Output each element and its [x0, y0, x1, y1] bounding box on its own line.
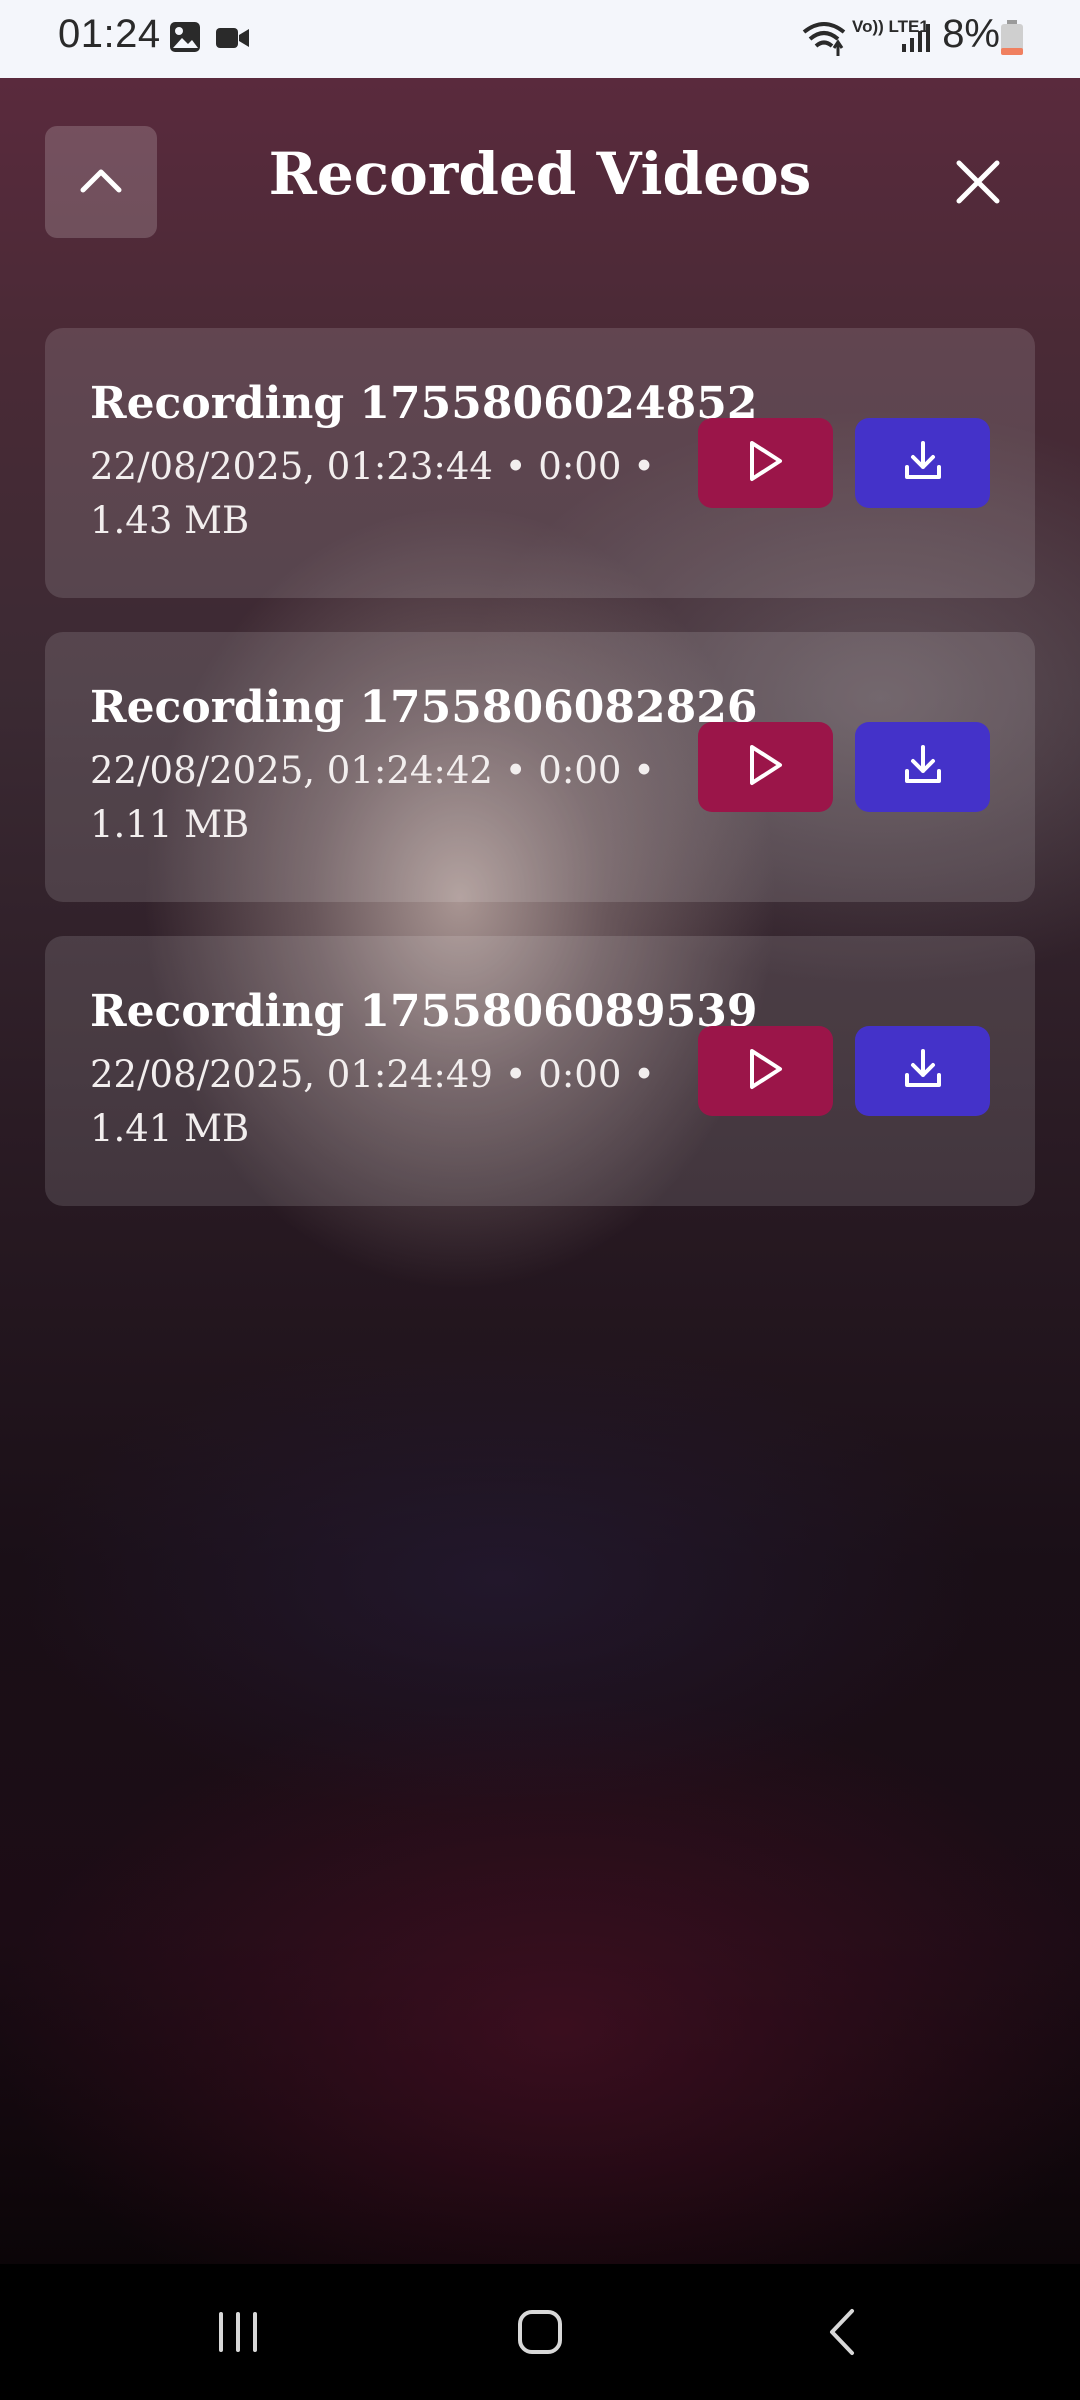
- play-button[interactable]: [698, 418, 833, 508]
- status-time: 01:24: [58, 12, 161, 56]
- download-icon: [901, 439, 945, 488]
- play-button[interactable]: [698, 1026, 833, 1116]
- recording-title: Recording 1755806089539: [90, 986, 758, 1037]
- play-icon: [746, 743, 786, 792]
- status-bar: 01:24 Vo)) LTE1 8%: [0, 0, 1080, 78]
- recording-title: Recording 1755806082826: [90, 682, 758, 733]
- screen: 01:24 Vo)) LTE1 8% Recorded Videos Recor…: [0, 0, 1080, 2400]
- close-icon: [955, 159, 1001, 210]
- play-icon: [746, 1047, 786, 1096]
- download-button[interactable]: [855, 1026, 990, 1116]
- back-icon: [826, 2307, 858, 2362]
- download-icon: [901, 743, 945, 792]
- play-button[interactable]: [698, 722, 833, 812]
- close-button[interactable]: [940, 146, 1016, 222]
- recent-apps-icon: [215, 2310, 261, 2359]
- home-button[interactable]: [500, 2294, 580, 2374]
- navigation-bar: [0, 2264, 1080, 2400]
- recording-card: Recording 1755806082826 22/08/2025, 01:2…: [45, 632, 1035, 902]
- recorded-videos-panel: Recorded Videos Recording 1755806024852 …: [0, 78, 1080, 2264]
- signal-icon: [900, 20, 934, 59]
- recording-card: Recording 1755806089539 22/08/2025, 01:2…: [45, 936, 1035, 1206]
- video-camera-icon: [215, 24, 251, 57]
- play-icon: [746, 439, 786, 488]
- download-button[interactable]: [855, 418, 990, 508]
- home-icon: [516, 2308, 564, 2361]
- battery-percent: 8%: [942, 12, 1000, 56]
- back-button[interactable]: [802, 2294, 882, 2374]
- recordings-list: Recording 1755806024852 22/08/2025, 01:2…: [45, 328, 1035, 1240]
- download-icon: [901, 1047, 945, 1096]
- recording-meta: 22/08/2025, 01:24:42 • 0:00 • 1.11 MB: [90, 749, 655, 846]
- wifi-icon: [800, 18, 848, 63]
- download-button[interactable]: [855, 722, 990, 812]
- battery-icon: [1000, 20, 1024, 61]
- recording-meta: 22/08/2025, 01:23:44 • 0:00 • 1.43 MB: [90, 445, 655, 542]
- page-title: Recorded Videos: [268, 140, 812, 208]
- recent-apps-button[interactable]: [198, 2294, 278, 2374]
- recording-title: Recording 1755806024852: [90, 378, 758, 429]
- recording-meta: 22/08/2025, 01:24:49 • 0:00 • 1.41 MB: [90, 1053, 655, 1150]
- recording-card: Recording 1755806024852 22/08/2025, 01:2…: [45, 328, 1035, 598]
- gallery-icon: [168, 20, 202, 59]
